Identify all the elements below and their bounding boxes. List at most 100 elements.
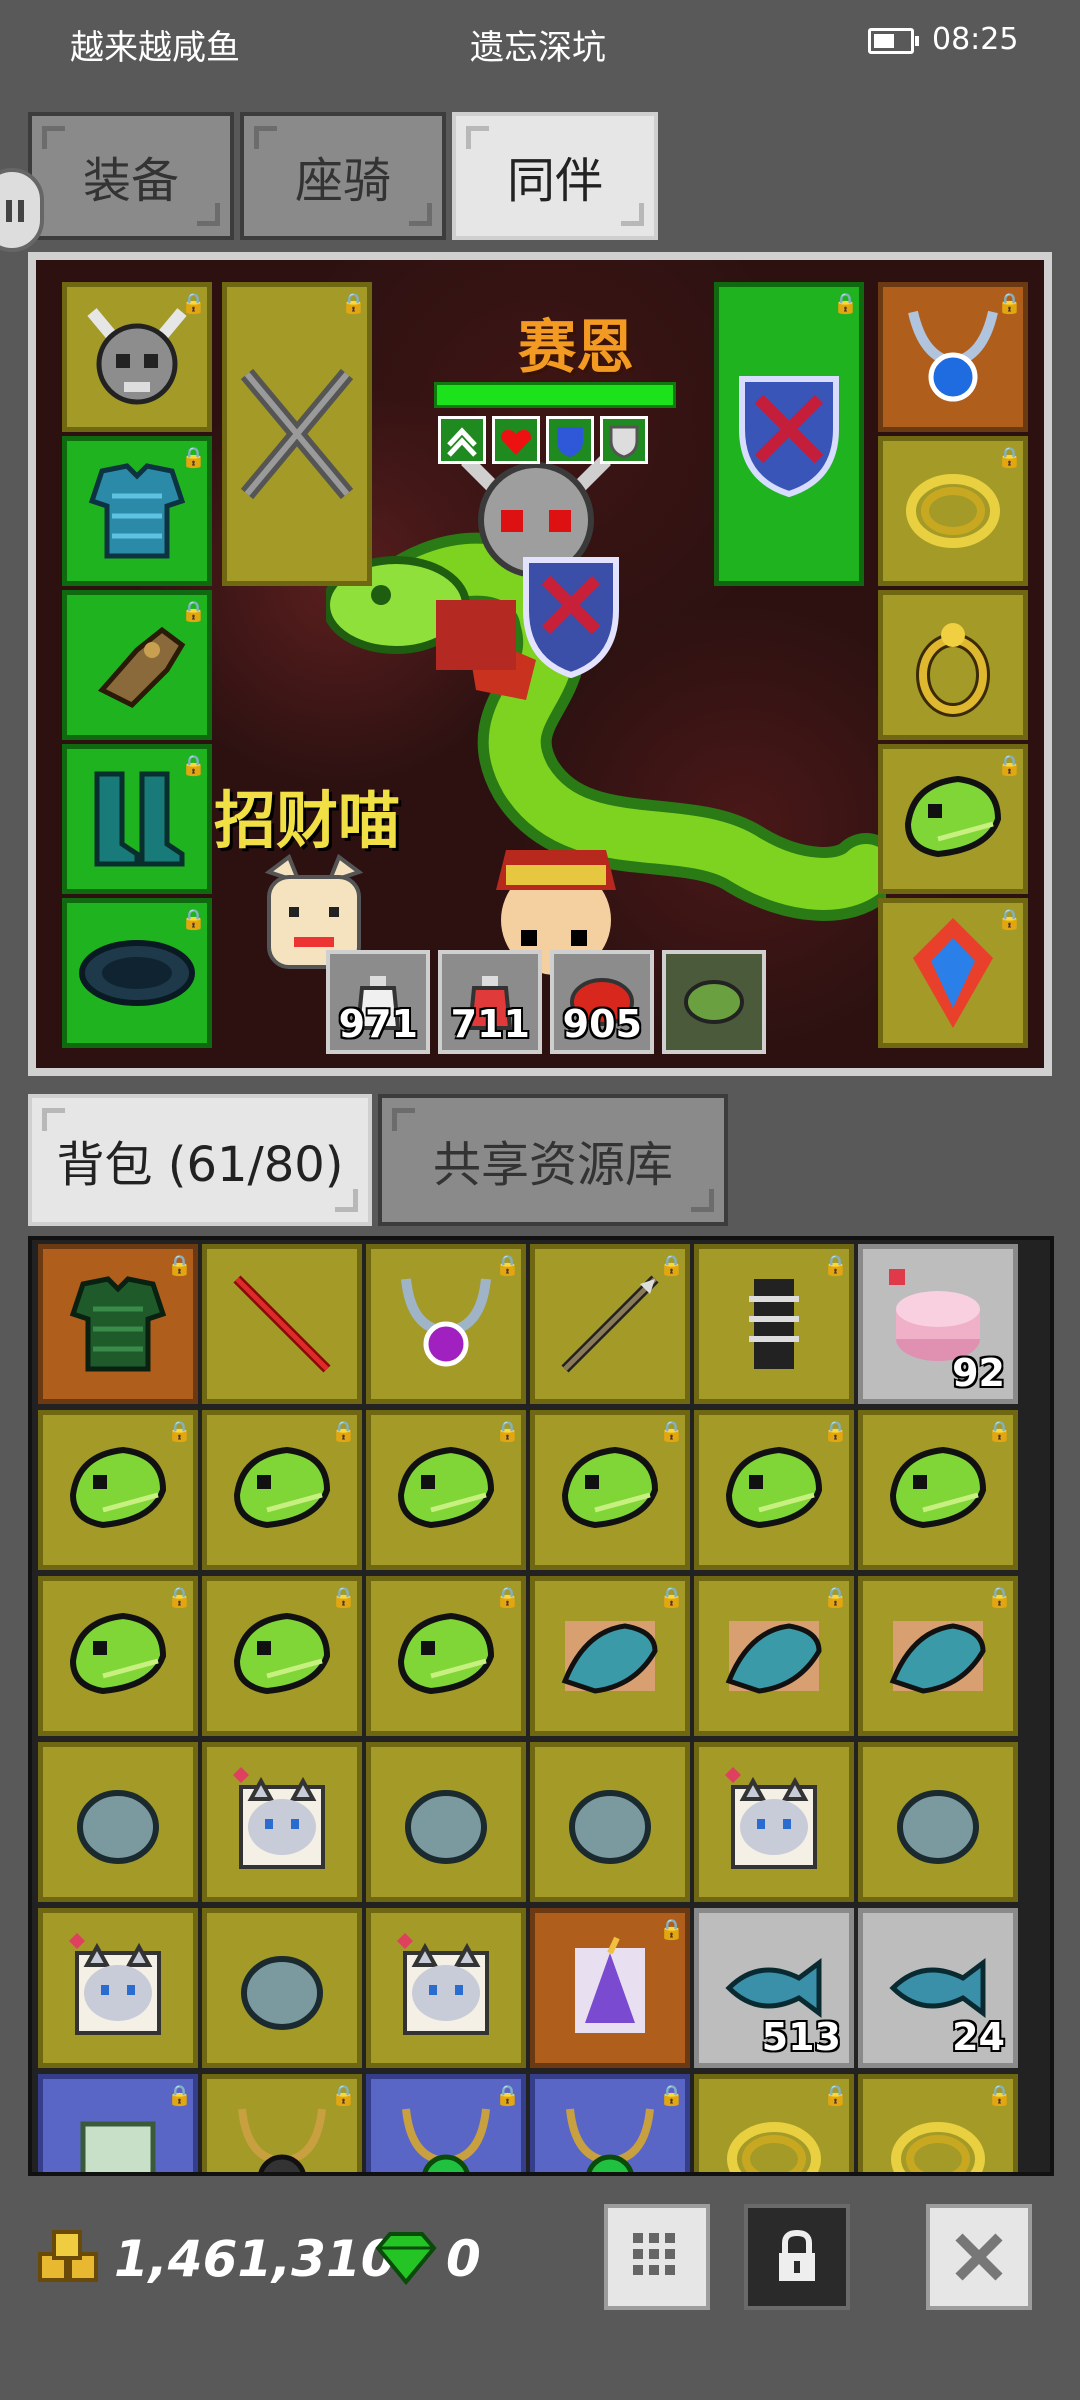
bag-slot[interactable]: 🔒	[530, 1908, 690, 2068]
snake-head-icon	[397, 1446, 495, 1529]
bag-slot[interactable]	[366, 1742, 526, 1902]
bag-slot[interactable]: 🔒	[694, 1410, 854, 1570]
companion-equipment-panel: 赛恩 招财喵 🔒 🔒 🔒 🔒 🔒 🔒 🔒 🔒 🔒 🔒 🔒 971 711 905	[28, 252, 1052, 1076]
bag-slot[interactable]: 🔒	[858, 1576, 1018, 1736]
lock-icon: 🔒	[823, 1585, 848, 1609]
bag-slot[interactable]: 🔒	[366, 1244, 526, 1404]
tab-shared-storage[interactable]: 共享资源库	[378, 1094, 728, 1226]
cat-portrait-icon	[233, 1767, 325, 1869]
tab-mount[interactable]: 座骑	[240, 112, 446, 240]
bag-slot[interactable]	[202, 1244, 362, 1404]
bag-slot[interactable]: 🔒	[38, 1410, 198, 1570]
item-count: 24	[952, 2015, 1005, 2059]
lock-icon: 🔒	[987, 2083, 1012, 2107]
bag-slot[interactable]: 🔒	[366, 1576, 526, 1736]
bag-slot[interactable]: 🔒	[202, 1410, 362, 1570]
bag-slot[interactable]: 🔒	[530, 1410, 690, 1570]
equip-slot-offhand[interactable]: 🔒	[714, 282, 864, 586]
lock-icon: 🔒	[331, 1419, 356, 1443]
dark-belt-icon	[79, 940, 195, 1006]
lock-icon: 🔒	[495, 1253, 520, 1277]
location-name: 遗忘深坑	[470, 28, 606, 68]
sort-button[interactable]	[604, 2204, 710, 2310]
bag-slot[interactable]: 🔒	[202, 1576, 362, 1736]
gray-stone-icon	[569, 1790, 651, 1864]
bag-slot[interactable]: 🔒	[530, 2074, 690, 2172]
lock-icon: 🔒	[495, 1585, 520, 1609]
unicorn-knight-icon	[575, 1936, 645, 2033]
lock-button[interactable]	[744, 2204, 850, 2310]
shield-blue-plus-icon[interactable]	[546, 416, 594, 464]
bag-slot[interactable]: 🔒	[530, 1576, 690, 1736]
snake-head-icon	[69, 1612, 167, 1695]
shield-plus-icon[interactable]	[600, 416, 648, 464]
held-shield-sprite	[523, 557, 619, 679]
bag-slot[interactable]: 🔒	[366, 1410, 526, 1570]
bag-slot[interactable]	[858, 1742, 1018, 1902]
bag-slot[interactable]: 92	[858, 1244, 1018, 1404]
tab-companion[interactable]: 同伴	[452, 112, 658, 240]
bag-slot[interactable]	[202, 1908, 362, 2068]
close-button[interactable]	[926, 2204, 1032, 2310]
bag-slot[interactable]: 🔒	[530, 1244, 690, 1404]
rank-up-icon[interactable]	[438, 416, 486, 464]
equip-slot-belt[interactable]: 🔒	[62, 898, 212, 1048]
tab-equipment[interactable]: 装备	[28, 112, 234, 240]
equip-slot-weapon[interactable]: 🔒	[222, 282, 372, 586]
bag-slot[interactable]: 🔒	[694, 1576, 854, 1736]
tab-backpack[interactable]: 背包 (61/80)	[28, 1094, 372, 1226]
equip-slot-body[interactable]: 🔒	[62, 436, 212, 586]
consumable-slot[interactable]: 711	[438, 950, 542, 1054]
equip-slot-feet[interactable]: 🔒	[62, 744, 212, 894]
snake-head-icon	[561, 1446, 659, 1529]
equip-slot-gem[interactable]: 🔒	[878, 898, 1028, 1048]
bag-slot[interactable]	[202, 1742, 362, 1902]
bag-slot[interactable]: 513	[694, 1908, 854, 2068]
snake-head-icon	[69, 1446, 167, 1529]
bag-slot[interactable]: 🔒	[858, 1410, 1018, 1570]
bag-slot[interactable]: 🔒	[694, 2074, 854, 2172]
bag-slot[interactable]: 🔒	[858, 2074, 1018, 2172]
close-icon	[955, 2233, 1003, 2281]
bag-slot[interactable]: 24	[858, 1908, 1018, 2068]
bag-slot[interactable]	[38, 1742, 198, 1902]
bag-slot[interactable]: 🔒	[202, 2074, 362, 2172]
heart-plus-icon[interactable]	[492, 416, 540, 464]
equip-slot-trinket[interactable]: 🔒	[878, 744, 1028, 894]
consumable-slot[interactable]	[662, 950, 766, 1054]
bag-slot[interactable]: 🔒	[366, 2074, 526, 2172]
chat-bubble-icon[interactable]	[0, 168, 44, 252]
gray-stone-icon	[405, 1790, 487, 1864]
green-gem-amulet-icon	[402, 2108, 490, 2172]
equip-slot-head[interactable]: 🔒	[62, 282, 212, 432]
gray-stone-icon	[241, 1956, 323, 2030]
pet-name: 招财喵	[214, 784, 401, 857]
green-gem-amulet-icon	[566, 2108, 654, 2172]
fire-ice-crystal-icon	[913, 918, 993, 1028]
bag-slot[interactable]	[38, 1908, 198, 2068]
green-gem-icon	[375, 2232, 437, 2286]
snake-portrait-icon	[684, 980, 744, 1024]
battery-icon	[868, 28, 919, 54]
equip-slot-ring1[interactable]: 🔒	[878, 436, 1028, 586]
equip-slot-ring2[interactable]	[878, 590, 1028, 740]
bag-slot[interactable]	[530, 1742, 690, 1902]
lock-icon: 🔒	[659, 1585, 684, 1609]
gold-ring-icon	[916, 623, 990, 717]
snake-head-icon	[889, 1446, 987, 1529]
bag-slot[interactable]	[366, 1908, 526, 2068]
bag-slot[interactable]: 🔒	[38, 1244, 198, 1404]
lock-icon: 🔒	[833, 291, 858, 315]
bag-slot[interactable]: 🔒	[38, 2074, 198, 2172]
bag-slot[interactable]	[694, 1742, 854, 1902]
player-name: 越来越咸鱼	[70, 28, 240, 68]
consumable-slot[interactable]: 971	[326, 950, 430, 1054]
lock-icon: 🔒	[659, 1917, 684, 1941]
equip-slot-hands[interactable]: 🔒	[62, 590, 212, 740]
hp-fill	[437, 385, 673, 405]
bag-slot[interactable]: 🔒	[694, 1244, 854, 1404]
bag-slot[interactable]: 🔒	[38, 1576, 198, 1736]
lock-icon: 🔒	[823, 1419, 848, 1443]
equip-slot-neck[interactable]: 🔒	[878, 282, 1028, 432]
consumable-slot[interactable]: 905	[550, 950, 654, 1054]
